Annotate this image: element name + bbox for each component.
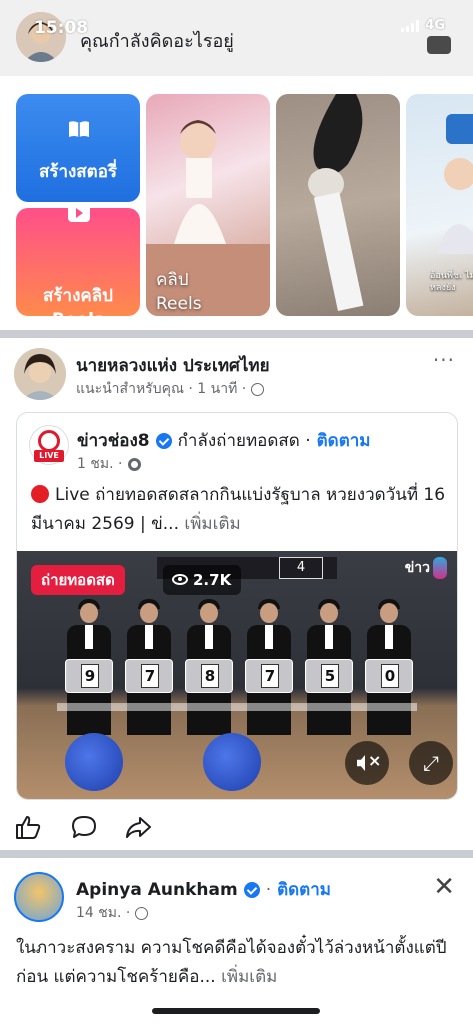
lottery-ball	[203, 733, 261, 791]
lottery-digit: 5	[321, 664, 339, 688]
drum-table	[57, 703, 417, 711]
post-1-author[interactable]: นายหลวงแห่ง ประเทศไทย	[76, 352, 270, 379]
feed-divider	[0, 330, 473, 338]
shared-page-line: ข่าวช่อง8 กำลังถ่ายทอดสด · ติดตาม	[77, 427, 371, 454]
lottery-digit: 7	[141, 664, 159, 688]
shared-post-text: Live ถ่ายทอดสดสลากกินแบ่งรัฐบาล หวยงวดวั…	[31, 481, 451, 539]
lottery-digit: 7	[261, 664, 279, 688]
red-circle-icon	[31, 485, 49, 503]
post-2-text: ในภาวะสงคราม ความโชคดีคือได้จองตั๋วไว้ล่…	[16, 934, 462, 992]
viewer-count-text: 2.7K	[193, 571, 232, 589]
reel-label: คลิป Reels	[156, 270, 202, 314]
globe-icon	[251, 382, 265, 396]
reel-dog-image	[308, 94, 364, 312]
shared-page-name[interactable]: ข่าวช่อง8	[77, 427, 150, 454]
reel-thumbnail-1[interactable]: คลิป Reels	[146, 94, 270, 316]
top-bar: 15:08 4G คุณกำลังคิดอะไรอยู่	[0, 0, 473, 76]
gear-icon	[128, 457, 142, 471]
lottery-digit: 0	[381, 664, 399, 688]
verified-badge-icon	[155, 432, 172, 449]
post-2-see-more[interactable]: เพิ่มเติม	[221, 967, 277, 987]
comment-icon[interactable]	[70, 814, 98, 840]
close-icon[interactable]: ✕	[433, 872, 455, 902]
post-2-author[interactable]: Apinya Aunkham	[76, 880, 238, 900]
share-icon[interactable]	[124, 814, 152, 840]
channel8-logo[interactable]: LIVE	[29, 425, 69, 465]
post-2-meta: 14 ชม. ·	[76, 902, 149, 924]
reel3-caption: อ้อนพี่ชเ ไม่หลงยัง	[430, 271, 473, 293]
create-story-label: สร้างสตอรี่	[38, 162, 118, 182]
post-1-more-button[interactable]: ···	[433, 348, 455, 372]
lottery-drum: 9	[65, 659, 113, 693]
post-2-header: Apinya Aunkham · ติดตาม	[76, 876, 331, 903]
shared-time-text: 1 ชม. ·	[77, 456, 123, 472]
fullscreen-expand-icon[interactable]: ⤢	[409, 741, 453, 785]
lottery-drum: 7	[245, 659, 293, 693]
follow-button[interactable]: ติดตาม	[317, 427, 371, 454]
see-more-link[interactable]: เพิ่มเติม	[184, 514, 240, 534]
live-video[interactable]: 4 ถ่ายทอดสด 2.7K ข่าว 9 7 8 7 5 0 ⤢	[17, 551, 457, 799]
live-badge: ถ่ายทอดสด	[31, 565, 125, 595]
create-reel-label: สร้างคลิป Reels	[43, 286, 113, 316]
mute-button[interactable]	[345, 741, 389, 785]
lottery-drum: 8	[185, 659, 233, 693]
feed-divider	[0, 850, 473, 858]
signal-icon	[401, 19, 420, 32]
post-2-avatar[interactable]	[14, 872, 64, 922]
lottery-digit: 8	[201, 664, 219, 688]
post-2-follow-button[interactable]: ติดตาม	[277, 876, 331, 903]
video-banner-number: 4	[279, 557, 323, 579]
lottery-ball	[65, 733, 123, 791]
news-online-logo: ข่าว	[405, 557, 447, 579]
post-1-avatar[interactable]	[14, 348, 66, 400]
post-2-time: 14 ชม. ·	[76, 905, 131, 921]
lottery-drum: 0	[365, 659, 413, 693]
verified-badge-icon	[243, 881, 260, 898]
eye-icon	[172, 574, 188, 585]
reel-thumbnail-3[interactable]: อ้อนพี่ชเ ไม่หลงยัง	[406, 94, 473, 316]
lottery-digit: 9	[81, 664, 99, 688]
shared-post-card[interactable]: LIVE ข่าวช่อง8 กำลังถ่ายทอดสด · ติดตาม 1…	[16, 412, 458, 800]
home-indicator[interactable]	[152, 1008, 320, 1014]
reel-thumbnail-2[interactable]	[276, 94, 400, 316]
battery-icon	[427, 36, 451, 54]
lottery-drum: 7	[125, 659, 173, 693]
create-reel-button[interactable]: สร้างคลิป Reels	[16, 204, 140, 316]
network-label: 4G	[425, 18, 445, 33]
stories-row: สร้างสตอรี่ สร้างคลิป Reels คลิป Reels อ…	[0, 86, 473, 324]
like-icon[interactable]	[14, 814, 42, 840]
book-icon	[69, 121, 89, 137]
create-story-button[interactable]: สร้างสตอรี่	[16, 94, 140, 202]
status-icons: 4G	[401, 18, 445, 33]
post-1-actions	[0, 806, 473, 846]
globe-icon	[135, 906, 149, 920]
shared-live-status: กำลังถ่ายทอดสด ·	[177, 431, 311, 451]
shared-time: 1 ชม. ·	[77, 453, 142, 475]
post-1-meta: แนะนำสำหรับคุณ · 1 นาที ·	[76, 378, 265, 400]
post-1-meta-text: แนะนำสำหรับคุณ · 1 นาที ·	[76, 381, 247, 397]
lottery-drum: 5	[305, 659, 353, 693]
viewer-count: 2.7K	[163, 565, 242, 595]
composer-input[interactable]: คุณกำลังคิดอะไรอยู่	[80, 26, 234, 55]
